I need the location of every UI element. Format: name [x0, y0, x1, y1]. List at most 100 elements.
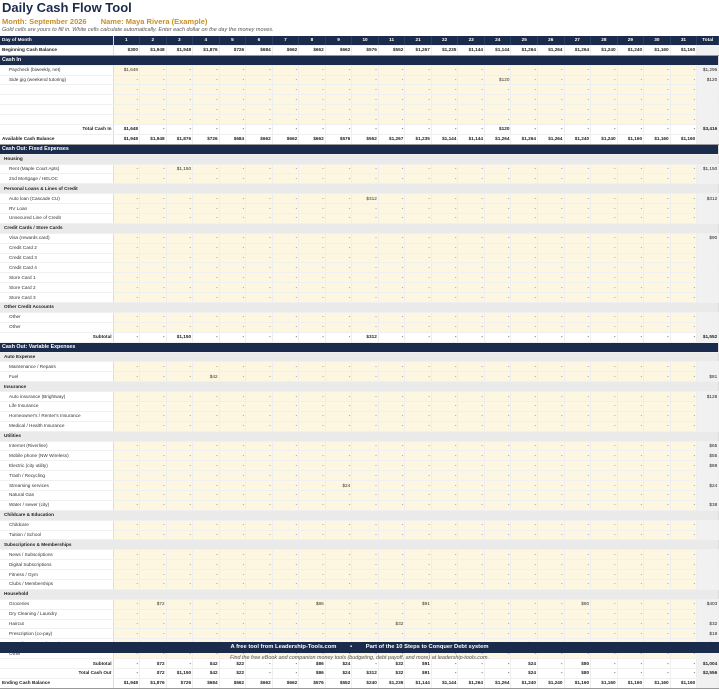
day-cell[interactable]: -: [457, 401, 485, 412]
day-cell[interactable]: -: [166, 65, 194, 76]
day-cell[interactable]: -: [325, 94, 353, 106]
day-cell[interactable]: -: [139, 253, 167, 264]
day-cell[interactable]: -: [139, 262, 167, 274]
day-cell[interactable]: -: [245, 579, 273, 590]
day-cell[interactable]: -: [537, 292, 565, 304]
day-cell[interactable]: -: [643, 569, 671, 580]
day-cell[interactable]: -: [166, 500, 194, 511]
day-cell[interactable]: -: [351, 292, 379, 304]
row-label[interactable]: Tuition / School: [0, 530, 114, 541]
day-cell[interactable]: -: [510, 441, 538, 452]
day-cell[interactable]: -: [590, 391, 618, 402]
day-cell[interactable]: -: [457, 114, 485, 126]
day-cell[interactable]: -: [564, 75, 592, 86]
day-cell[interactable]: -: [643, 401, 671, 412]
day-cell[interactable]: -: [139, 549, 167, 561]
day-cell[interactable]: -: [510, 450, 538, 462]
day-cell[interactable]: -: [139, 233, 167, 244]
day-cell[interactable]: -: [484, 104, 512, 116]
day-cell[interactable]: -: [245, 272, 273, 284]
day-cell[interactable]: -: [378, 441, 406, 452]
day-cell[interactable]: -: [564, 322, 592, 333]
day-cell[interactable]: -: [219, 490, 247, 501]
day-cell[interactable]: -: [351, 500, 379, 511]
day-cell[interactable]: -: [537, 104, 565, 116]
day-cell[interactable]: -: [537, 549, 565, 561]
day-cell[interactable]: -: [457, 164, 485, 175]
day-cell[interactable]: -: [564, 569, 592, 580]
day-cell[interactable]: -: [272, 391, 300, 402]
day-cell[interactable]: -: [510, 164, 538, 175]
day-cell[interactable]: -: [510, 480, 538, 491]
day-cell[interactable]: -: [298, 490, 326, 501]
day-cell[interactable]: -: [537, 253, 565, 264]
day-cell[interactable]: -: [404, 569, 432, 580]
day-cell[interactable]: $120: [484, 75, 512, 86]
day-cell[interactable]: -: [166, 490, 194, 501]
day-cell[interactable]: -: [219, 441, 247, 452]
day-cell[interactable]: -: [431, 441, 459, 452]
day-cell[interactable]: -: [670, 371, 698, 383]
day-cell[interactable]: -: [670, 480, 698, 491]
day-cell[interactable]: -: [325, 391, 353, 402]
day-cell[interactable]: -: [590, 253, 618, 264]
day-cell[interactable]: -: [298, 243, 326, 254]
day-cell[interactable]: -: [245, 292, 273, 304]
day-cell[interactable]: -: [351, 361, 379, 373]
day-cell[interactable]: -: [590, 312, 618, 323]
day-cell[interactable]: -: [113, 262, 141, 274]
day-cell[interactable]: -: [272, 292, 300, 304]
day-cell[interactable]: -: [643, 312, 671, 323]
day-cell[interactable]: -: [484, 213, 512, 224]
day-cell[interactable]: -: [510, 65, 538, 76]
day-cell[interactable]: -: [431, 312, 459, 323]
day-cell[interactable]: -: [351, 609, 379, 620]
day-cell[interactable]: -: [617, 272, 645, 284]
day-cell[interactable]: -: [351, 233, 379, 244]
day-cell[interactable]: -: [139, 65, 167, 76]
day-cell[interactable]: -: [166, 619, 194, 630]
day-cell[interactable]: -: [590, 490, 618, 501]
day-cell[interactable]: -: [113, 480, 141, 491]
day-cell[interactable]: -: [113, 361, 141, 373]
day-cell[interactable]: -: [378, 450, 406, 462]
day-cell[interactable]: -: [590, 233, 618, 244]
day-cell[interactable]: -: [272, 193, 300, 205]
day-cell[interactable]: -: [245, 628, 273, 640]
day-cell[interactable]: -: [457, 272, 485, 284]
day-cell[interactable]: -: [325, 243, 353, 254]
day-cell[interactable]: -: [510, 628, 538, 640]
day-cell[interactable]: -: [166, 114, 194, 126]
day-cell[interactable]: -: [272, 75, 300, 86]
day-cell[interactable]: -: [564, 233, 592, 244]
day-cell[interactable]: -: [272, 213, 300, 224]
day-cell[interactable]: -: [431, 292, 459, 304]
day-cell[interactable]: -: [643, 441, 671, 452]
day-cell[interactable]: -: [643, 272, 671, 284]
day-cell[interactable]: -: [537, 173, 565, 185]
day-cell[interactable]: -: [139, 530, 167, 541]
day-cell[interactable]: -: [510, 569, 538, 580]
day-cell[interactable]: -: [670, 530, 698, 541]
day-cell[interactable]: -: [351, 530, 379, 541]
day-cell[interactable]: -: [378, 401, 406, 412]
day-cell[interactable]: -: [298, 628, 326, 640]
day-cell[interactable]: -: [670, 173, 698, 185]
day-cell[interactable]: -: [325, 114, 353, 126]
day-cell[interactable]: -: [192, 391, 220, 402]
day-cell[interactable]: -: [431, 94, 459, 106]
day-cell[interactable]: -: [457, 253, 485, 264]
day-cell[interactable]: -: [298, 253, 326, 264]
day-cell[interactable]: -: [351, 114, 379, 126]
day-cell[interactable]: -: [617, 253, 645, 264]
day-cell[interactable]: -: [245, 490, 273, 501]
day-cell[interactable]: -: [564, 619, 592, 630]
day-cell[interactable]: -: [272, 104, 300, 116]
day-cell[interactable]: -: [457, 84, 485, 96]
day-cell[interactable]: -: [457, 193, 485, 205]
day-cell[interactable]: -: [564, 65, 592, 76]
day-cell[interactable]: -: [245, 530, 273, 541]
day-cell[interactable]: -: [564, 361, 592, 373]
day-cell[interactable]: -: [590, 84, 618, 96]
day-cell[interactable]: -: [457, 480, 485, 491]
